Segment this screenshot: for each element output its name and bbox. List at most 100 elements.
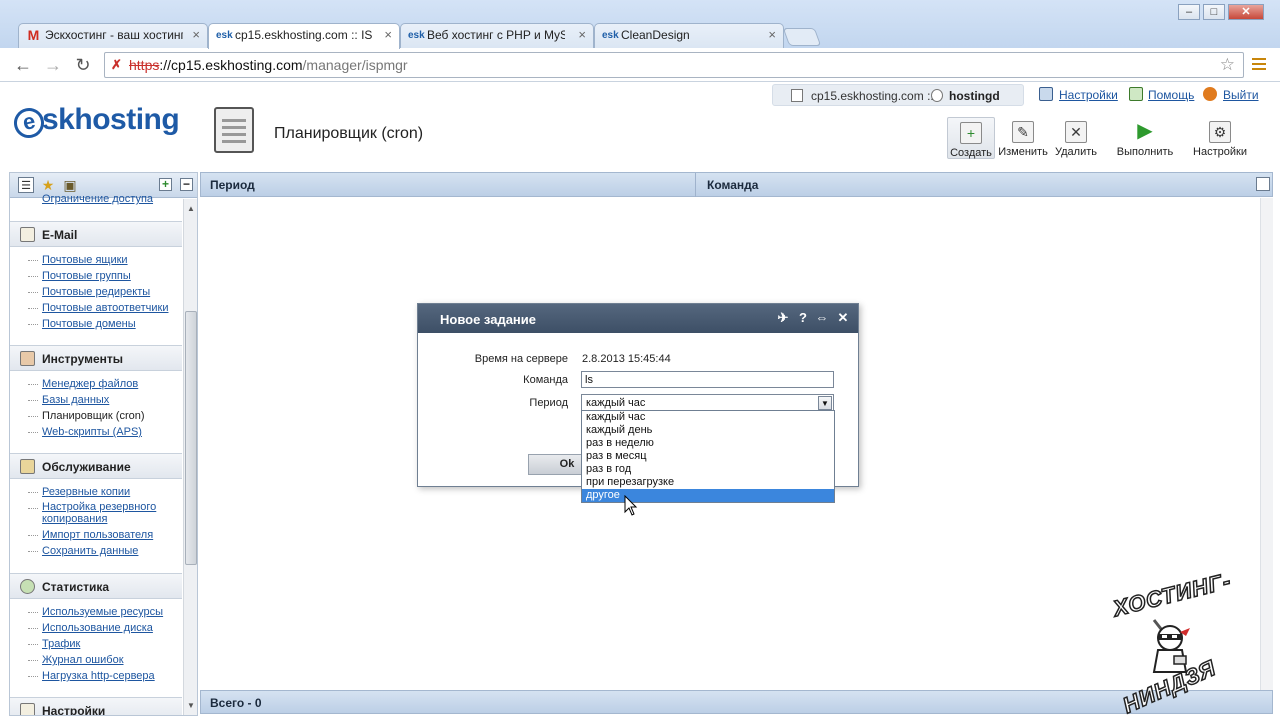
section-header[interactable]: E-Mail xyxy=(10,221,182,247)
browser-tab-bar: M Эскхостинг - ваш хостинг × esk cp15.es… xyxy=(0,0,1280,49)
sidebar-item-databases[interactable]: Базы данных xyxy=(28,392,182,408)
close-icon[interactable]: × xyxy=(192,27,200,42)
logout-link[interactable]: Выйти xyxy=(1223,88,1259,102)
column-command[interactable]: Команда xyxy=(707,178,758,192)
sidebar-item-cron[interactable]: Планировщик (cron) xyxy=(28,408,182,424)
close-icon[interactable]: × xyxy=(578,27,586,42)
browser-tab-2[interactable]: esk cp15.eskhosting.com :: ISP × xyxy=(208,23,400,49)
new-tab-button[interactable] xyxy=(782,28,822,46)
column-period[interactable]: Период xyxy=(210,178,255,192)
sidebar-item-web-scripts[interactable]: Web-скрипты (APS) xyxy=(28,424,182,440)
delete-button[interactable]: ✕ Удалить xyxy=(1052,117,1100,159)
period-option-yearly[interactable]: раз в год xyxy=(582,463,834,476)
close-icon[interactable]: × xyxy=(768,27,776,42)
settings-button[interactable]: ⚙ Настройки xyxy=(1190,117,1250,159)
column-config-icon[interactable] xyxy=(1256,177,1270,191)
sidebar-item-traffic[interactable]: Трафик xyxy=(28,636,182,652)
bookmark-star-icon[interactable]: ☆ xyxy=(1220,55,1235,75)
dialog-titlebar[interactable]: Новое задание ✈ ? ⇔ ✕ xyxy=(418,304,858,333)
help-link[interactable]: Помощь xyxy=(1148,88,1194,102)
dialog-close-icon[interactable]: ✕ xyxy=(835,310,851,326)
period-option-reboot[interactable]: при перезагрузке xyxy=(582,476,834,489)
column-separator[interactable] xyxy=(695,173,696,197)
period-option-hourly[interactable]: каждый час xyxy=(582,411,834,424)
section-header[interactable]: Настройки xyxy=(10,697,182,715)
sidebar-item-access-restriction[interactable]: Ограничение доступа xyxy=(42,193,153,205)
sidebar-item-http-load[interactable]: Нагрузка http-сервера xyxy=(28,668,182,684)
sidebar-item-file-manager[interactable]: Менеджер файлов xyxy=(28,376,182,392)
sidebar-item-resources[interactable]: Используемые ресурсы xyxy=(28,604,182,620)
close-icon[interactable]: × xyxy=(384,27,392,42)
settings-link[interactable]: Настройки xyxy=(1059,88,1118,102)
dialog-title: Новое задание xyxy=(440,312,537,327)
browser-tab-4[interactable]: esk CleanDesign × xyxy=(594,23,784,48)
scrollbar-thumb[interactable] xyxy=(185,311,197,565)
logout-icon xyxy=(1203,87,1217,101)
pin-icon[interactable]: ✈ xyxy=(775,310,791,326)
sidebar-item-mail-redirects[interactable]: Почтовые редиректы xyxy=(28,284,182,300)
sidebar-item-backups[interactable]: Резервные копии xyxy=(28,484,182,500)
scroll-down-icon[interactable]: ▼ xyxy=(187,701,195,710)
maximize-button[interactable]: □ xyxy=(1203,4,1225,20)
collapse-all-icon[interactable]: − xyxy=(180,178,193,191)
period-selected-value: каждый час xyxy=(586,397,646,409)
sidebar-item-mail-domains[interactable]: Почтовые домены xyxy=(28,316,182,332)
briefcase-icon[interactable]: ▣ xyxy=(62,177,78,193)
gear-icon: ⚙ xyxy=(1209,121,1231,143)
browser-menu-icon[interactable] xyxy=(1252,58,1266,73)
user-bar: cp15.eskhosting.com :: hostingd xyxy=(772,84,1024,106)
help-icon xyxy=(1129,87,1143,101)
period-option-weekly[interactable]: раз в неделю xyxy=(582,437,834,450)
tab-label: Эскхостинг - ваш хостинг xyxy=(45,28,183,42)
app-header: eeskhostingskhosting Планировщик (cron) … xyxy=(0,83,1280,171)
sidebar-item-mailboxes[interactable]: Почтовые ящики xyxy=(28,252,182,268)
tab-label: CleanDesign xyxy=(621,28,690,42)
insecure-lock-icon: ✗ xyxy=(111,57,122,72)
section-header[interactable]: Инструменты xyxy=(10,345,182,371)
create-button[interactable]: + Создать xyxy=(947,117,995,159)
email-icon xyxy=(20,227,35,242)
sidebar-item-disk-usage[interactable]: Использование диска xyxy=(28,620,182,636)
sidebar-item-autoresponders[interactable]: Почтовые автоответчики xyxy=(28,300,182,316)
sidebar-scrollbar[interactable]: ▲ ▼ xyxy=(183,199,197,715)
browser-tab-1[interactable]: M Эскхостинг - ваш хостинг × xyxy=(18,23,208,48)
sidebar-item-error-log[interactable]: Журнал ошибок xyxy=(28,652,182,668)
grid-scrollbar[interactable] xyxy=(1260,198,1273,710)
forward-icon[interactable]: → xyxy=(42,54,64,76)
create-icon: + xyxy=(960,122,982,144)
sidebar-item-save-data[interactable]: Сохранить данные xyxy=(28,543,182,559)
sidebar-item-backup-settings[interactable]: Настройка резервного копирования xyxy=(28,500,182,527)
favorites-star-icon[interactable]: ★ xyxy=(40,177,56,193)
period-dropdown-list: каждый час каждый день раз в неделю раз … xyxy=(581,410,835,503)
expand-all-icon[interactable]: + xyxy=(159,178,172,191)
gmail-icon: M xyxy=(27,27,40,43)
section-header[interactable]: Обслуживание xyxy=(10,453,182,479)
eskhosting-logo[interactable]: eeskhostingskhosting xyxy=(11,103,180,141)
server-time-label: Время на сервере xyxy=(474,353,568,365)
period-option-other[interactable]: другое xyxy=(582,489,834,502)
settings-icon xyxy=(1039,87,1053,101)
edit-icon: ✎ xyxy=(1012,121,1034,143)
command-input[interactable] xyxy=(581,371,834,388)
section-header[interactable]: Статистика xyxy=(10,573,182,599)
run-button[interactable]: ▶ Выполнить xyxy=(1115,117,1175,159)
period-option-monthly[interactable]: раз в месяц xyxy=(582,450,834,463)
period-option-daily[interactable]: каждый день xyxy=(582,424,834,437)
address-bar[interactable]: ✗ https://cp15.eskhosting.com/manager/is… xyxy=(104,52,1244,78)
chevron-down-icon[interactable]: ▼ xyxy=(818,396,832,410)
list-view-icon[interactable]: ☰ xyxy=(18,177,34,193)
settings-section-icon xyxy=(20,703,35,715)
sidebar-item-import-user[interactable]: Импорт пользователя xyxy=(28,527,182,543)
help-question-icon[interactable]: ? xyxy=(795,310,811,326)
edit-button[interactable]: ✎ Изменить xyxy=(997,117,1049,159)
scroll-up-icon[interactable]: ▲ xyxy=(187,204,195,213)
back-icon[interactable]: ← xyxy=(12,54,34,76)
window-close-button[interactable]: ✕ xyxy=(1228,4,1264,20)
reload-icon[interactable]: ↻ xyxy=(72,54,94,76)
tab-label: cp15.eskhosting.com :: ISP xyxy=(235,28,373,42)
browser-tab-3[interactable]: esk Веб хостинг с PHP и MySQL × xyxy=(400,23,594,48)
sidebar-section-email: E-Mail Почтовые ящики Почтовые группы По… xyxy=(10,221,182,338)
minimize-button[interactable]: – xyxy=(1178,4,1200,20)
sidebar-item-mail-groups[interactable]: Почтовые группы xyxy=(28,268,182,284)
expand-icon[interactable]: ⇔ xyxy=(814,310,830,326)
